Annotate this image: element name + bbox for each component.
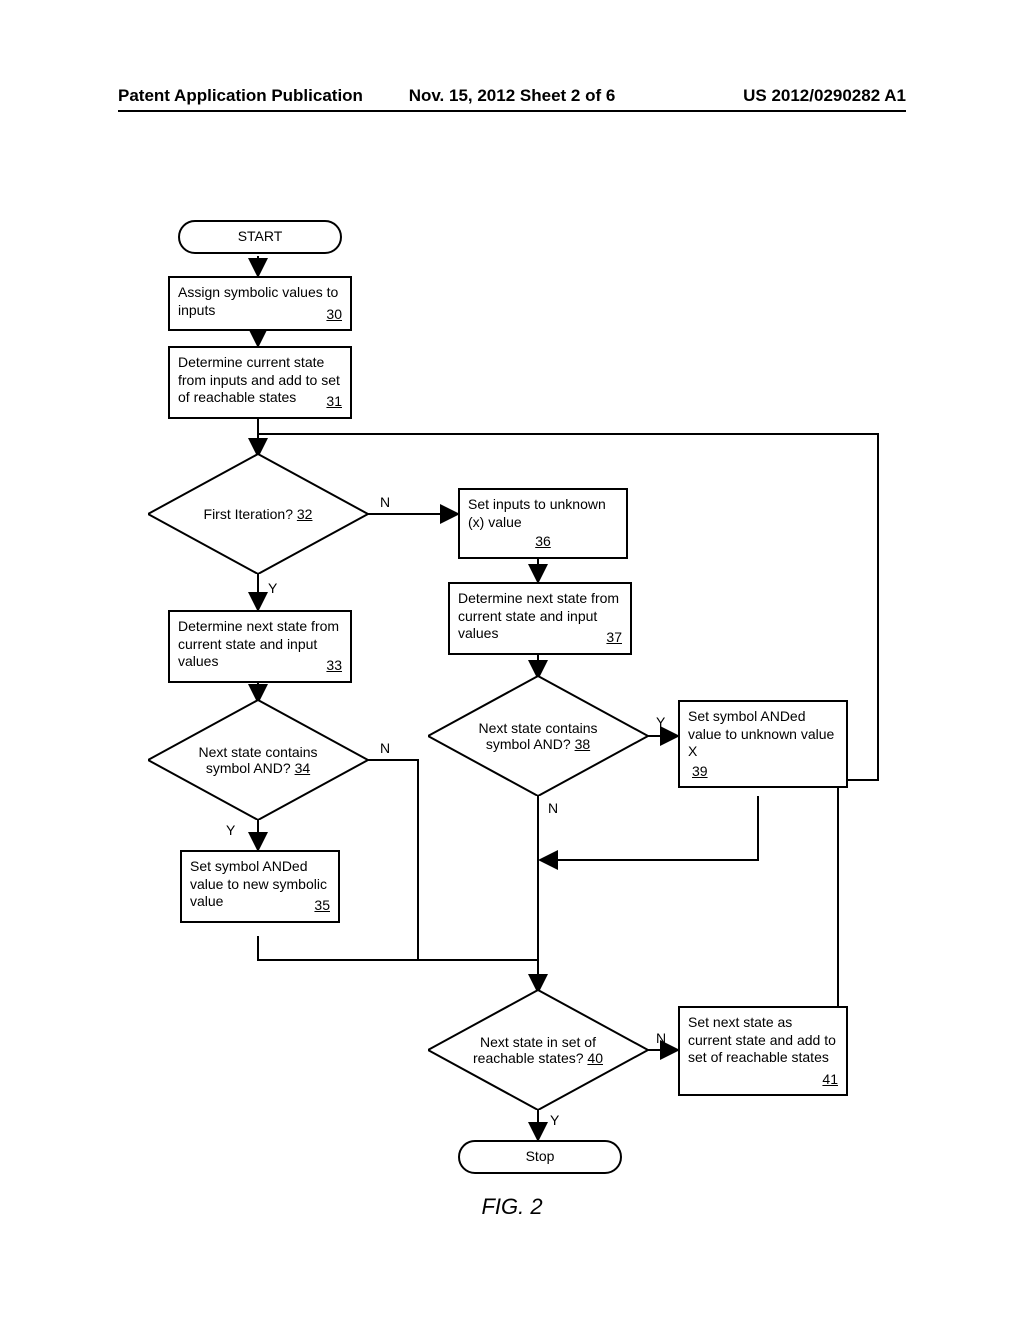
decision-32: First Iteration? 32 (148, 454, 368, 574)
edge-32-N: N (380, 494, 390, 510)
process-35: Set symbol ANDed value to new symbolic v… (180, 850, 340, 923)
edge-38-N: N (548, 800, 558, 816)
process-36: Set inputs to unknown (x) value 36 (458, 488, 628, 559)
edge-34-N: N (380, 740, 390, 756)
patent-page: Patent Application Publication Nov. 15, … (0, 0, 1024, 1320)
decision-38-text: Next state contains symbol AND? 38 (463, 720, 613, 752)
process-37-text: Determine next state from current state … (458, 590, 619, 641)
header-center: Nov. 15, 2012 Sheet 2 of 6 (409, 86, 616, 106)
process-30-ref: 30 (326, 306, 342, 324)
decision-40: Next state in set of reachable states? 4… (428, 990, 648, 1110)
decision-38: Next state contains symbol AND? 38 (428, 676, 648, 796)
process-41-ref: 41 (822, 1071, 838, 1089)
process-30-text: Assign symbolic values to inputs (178, 284, 338, 318)
process-31-text: Determine current state from inputs and … (178, 354, 340, 405)
process-31: Determine current state from inputs and … (168, 346, 352, 419)
header-rule (118, 110, 906, 112)
decision-34-text: Next state contains symbol AND? 34 (183, 744, 333, 776)
edge-40-N: N (656, 1030, 666, 1046)
process-41-text: Set next state as current state and add … (688, 1014, 836, 1065)
figure-label: FIG. 2 (481, 1194, 542, 1220)
process-33: Determine next state from current state … (168, 610, 352, 683)
process-33-text: Determine next state from current state … (178, 618, 339, 669)
process-35-text: Set symbol ANDed value to new symbolic v… (190, 858, 327, 909)
decision-34: Next state contains symbol AND? 34 (148, 700, 368, 820)
process-35-ref: 35 (314, 897, 330, 915)
process-39-ref: 39 (692, 763, 838, 781)
terminator-stop: Stop (458, 1140, 622, 1174)
edge-38-Y: Y (656, 714, 665, 730)
decision-40-text: Next state in set of reachable states? 4… (463, 1034, 613, 1066)
process-36-ref: 36 (468, 533, 618, 551)
stop-label: Stop (526, 1148, 555, 1164)
process-39-text: Set symbol ANDed value to unknown value … (688, 708, 834, 759)
process-39: Set symbol ANDed value to unknown value … (678, 700, 848, 788)
edge-32-Y: Y (268, 580, 277, 596)
edge-40-Y: Y (550, 1112, 559, 1128)
process-37-ref: 37 (606, 629, 622, 647)
process-36-text: Set inputs to unknown (x) value (468, 496, 606, 530)
process-37: Determine next state from current state … (448, 582, 632, 655)
process-30: Assign symbolic values to inputs 30 (168, 276, 352, 331)
terminator-start: START (178, 220, 342, 254)
process-31-ref: 31 (326, 393, 342, 411)
flowchart-figure-2: START Assign symbolic values to inputs 3… (118, 220, 906, 1220)
header-left: Patent Application Publication (118, 86, 363, 106)
start-label: START (238, 228, 283, 244)
decision-32-text: First Iteration? 32 (183, 506, 333, 522)
process-41: Set next state as current state and add … (678, 1006, 848, 1096)
edge-34-Y: Y (226, 822, 235, 838)
process-33-ref: 33 (326, 657, 342, 675)
header-right: US 2012/0290282 A1 (743, 86, 906, 106)
